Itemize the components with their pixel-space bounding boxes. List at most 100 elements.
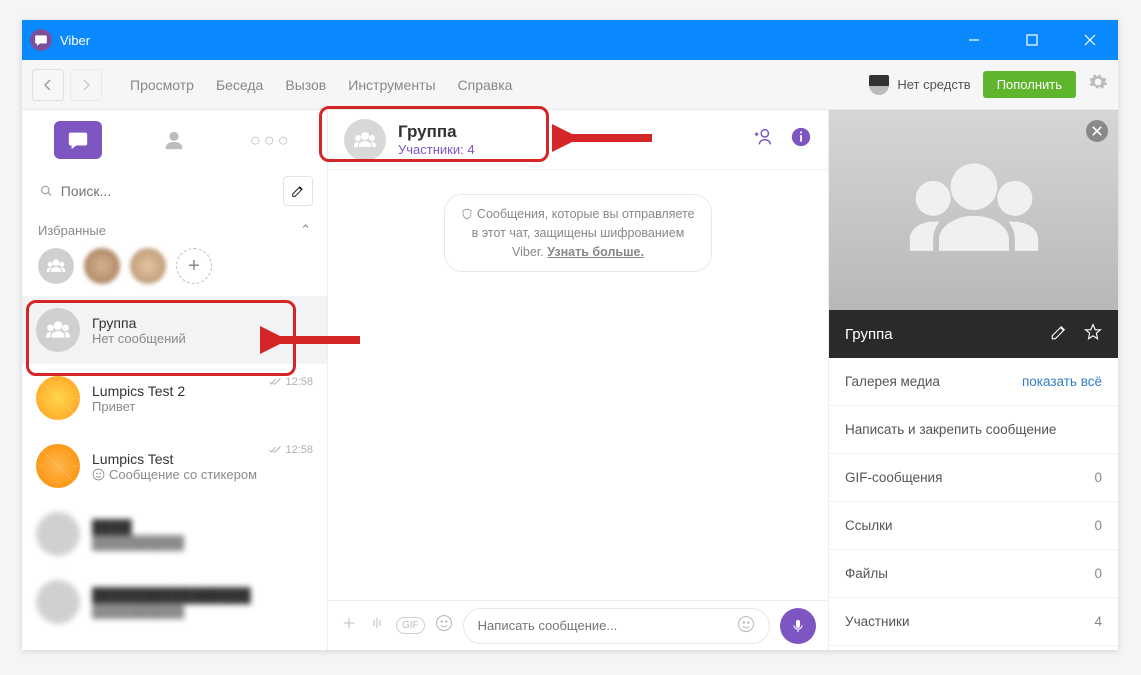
info-row-value: 0 — [1094, 518, 1102, 533]
chat-list-item[interactable]: ██████████████ — [22, 500, 327, 568]
app-icon — [30, 29, 52, 51]
chat-list: ГруппаНет сообщенийLumpics Test 2Привет1… — [22, 296, 327, 650]
chat-subtitle[interactable]: Участники: 4 — [398, 142, 475, 157]
tab-more[interactable]: ○○○ — [247, 121, 295, 159]
contact-avatar — [36, 376, 80, 420]
minimize-button[interactable] — [954, 20, 994, 60]
sticker-button[interactable] — [435, 614, 453, 637]
chat-item-subtitle: Привет — [92, 399, 313, 414]
menu-conversation[interactable]: Беседа — [216, 77, 263, 93]
balance-label: Нет средств — [897, 77, 970, 92]
close-button[interactable] — [1070, 20, 1110, 60]
favorites-row: + — [22, 244, 327, 296]
chat-list-item[interactable]: Lumpics Test 2Привет12:58 — [22, 364, 327, 432]
menu-tools[interactable]: Инструменты — [348, 77, 435, 93]
info-panel-titlebar: Группа — [829, 310, 1118, 358]
info-row-value: 0 — [1094, 470, 1102, 485]
search-input-wrapper[interactable] — [40, 183, 273, 199]
favorites-header[interactable]: Избранные ⌃ — [22, 212, 327, 244]
chat-list-item[interactable]: ГруппаНет сообщений — [22, 296, 327, 364]
tab-chats[interactable] — [54, 121, 102, 159]
info-panel-list: Галерея медиа показать всё Написать и закр… — [829, 358, 1118, 650]
info-row-label: Галерея медиа — [845, 374, 940, 389]
menu-items: Просмотр Беседа Вызов Инструменты Справк… — [130, 77, 512, 93]
chat-item-title: Группа — [92, 315, 313, 331]
info-panel-row[interactable]: Участники 4 — [829, 598, 1118, 646]
contact-avatar — [36, 444, 80, 488]
emoji-button[interactable] — [737, 615, 755, 636]
sidebar-tabs: ○○○ — [22, 110, 327, 170]
info-row-action[interactable]: показать всё — [1022, 374, 1102, 389]
menu-help[interactable]: Справка — [458, 77, 513, 93]
chat-list-item[interactable]: Lumpics Test Сообщение со стикером12:58 — [22, 432, 327, 500]
sticker-icon — [92, 468, 105, 481]
compose-button[interactable] — [283, 176, 313, 206]
edit-group-button[interactable] — [1050, 323, 1068, 345]
add-participant-button[interactable] — [752, 126, 774, 153]
info-row-label: Файлы — [845, 566, 888, 581]
message-input-wrapper[interactable] — [463, 608, 770, 644]
info-panel-row[interactable]: Галерея медиа показать всё — [829, 358, 1118, 406]
contact-avatar — [36, 512, 80, 556]
chat-header: Группа Участники: 4 — [328, 110, 828, 170]
voice-message-button[interactable] — [368, 614, 386, 637]
chat-header-actions — [752, 126, 812, 153]
info-panel-row[interactable]: Файлы 0 — [829, 550, 1118, 598]
chat-title: Группа — [398, 122, 475, 142]
tab-contacts[interactable] — [150, 121, 198, 159]
sidebar: ○○○ Избранные ⌃ + ГруппаНет сообщенийLum… — [22, 110, 328, 650]
wallet-icon — [869, 75, 889, 95]
info-panel-row[interactable]: Ссылки 0 — [829, 502, 1118, 550]
message-input[interactable] — [478, 618, 727, 633]
info-button[interactable] — [790, 126, 812, 153]
info-row-label: Написать и закрепить сообщение — [845, 422, 1056, 437]
nav-forward-button[interactable] — [70, 69, 102, 101]
group-avatar-icon — [36, 308, 80, 352]
menubar: Просмотр Беседа Вызов Инструменты Справк… — [22, 60, 1118, 110]
window-controls — [954, 20, 1110, 60]
content: ○○○ Избранные ⌃ + ГруппаНет сообщенийLum… — [22, 110, 1118, 650]
maximize-button[interactable] — [1012, 20, 1052, 60]
info-row-value: 4 — [1094, 614, 1102, 629]
menu-view[interactable]: Просмотр — [130, 77, 194, 93]
shield-icon — [461, 208, 473, 220]
favorites-label: Избранные — [38, 223, 106, 238]
chat-item-subtitle: Нет сообщений — [92, 331, 313, 346]
info-row-value: 0 — [1094, 566, 1102, 581]
gif-button[interactable]: GIF — [396, 617, 425, 634]
info-panel-image — [829, 110, 1118, 310]
menu-call[interactable]: Вызов — [285, 77, 326, 93]
search-input[interactable] — [61, 183, 273, 199]
info-row-label: Ссылки — [845, 518, 893, 533]
window-title: Viber — [60, 33, 90, 48]
favorite-add-button[interactable]: + — [176, 248, 212, 284]
chat-item-title: ████████████████ — [92, 587, 313, 603]
info-panel: Группа Галерея медиа показать всё Написать… — [828, 110, 1118, 650]
chevron-up-icon: ⌃ — [300, 222, 311, 238]
encryption-learn-more-link[interactable]: Узнать больше. — [547, 245, 644, 259]
chat-item-subtitle: Сообщение со стикером — [92, 467, 313, 482]
chat-avatar[interactable] — [344, 119, 386, 161]
composer: GIF — [328, 600, 828, 650]
info-panel-row[interactable]: Написать и закрепить сообщение — [829, 406, 1118, 454]
nav-back-button[interactable] — [32, 69, 64, 101]
topup-button[interactable]: Пополнить — [983, 71, 1076, 98]
favorite-avatar[interactable] — [84, 248, 120, 284]
info-panel-close-button[interactable] — [1086, 120, 1108, 142]
balance-indicator[interactable]: Нет средств — [869, 75, 970, 95]
mic-button[interactable] — [780, 608, 816, 644]
chat-list-item[interactable]: ██████████████████████████ — [22, 568, 327, 636]
chat-item-subtitle: ██████████ — [92, 535, 313, 550]
attach-button[interactable] — [340, 614, 358, 637]
info-row-label: Участники — [845, 614, 910, 629]
chat-item-meta: 12:58 — [269, 376, 313, 388]
info-panel-row[interactable]: GIF-сообщения 0 — [829, 454, 1118, 502]
chat-pane: Группа Участники: 4 Сообщения, которые в… — [328, 110, 828, 650]
favorite-group-button[interactable] — [1084, 323, 1102, 345]
titlebar: Viber — [22, 20, 1118, 60]
chat-body: Сообщения, которые вы отправляете в этот… — [328, 170, 828, 600]
favorite-avatar[interactable] — [38, 248, 74, 284]
info-row-label: GIF-сообщения — [845, 470, 942, 485]
favorite-avatar[interactable] — [130, 248, 166, 284]
chat-item-subtitle: ██████████ — [92, 603, 313, 618]
